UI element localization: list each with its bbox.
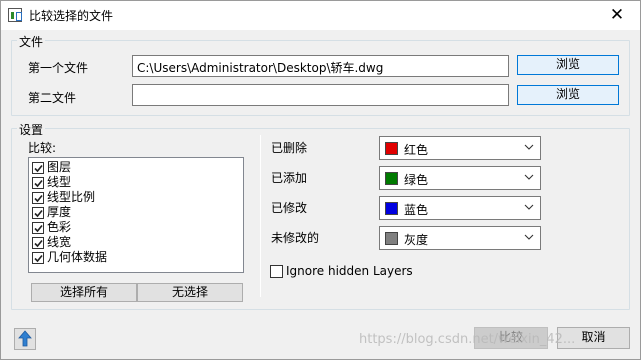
- chevron-down-icon: [524, 204, 534, 210]
- watermark: https://blog.csdn.net/weixin_42...: [359, 332, 576, 347]
- chevron-down-icon: [524, 144, 534, 150]
- window-title: 比较选择的文件: [29, 9, 114, 23]
- checkbox[interactable]: [32, 237, 44, 249]
- unmodified-label: 未修改的: [271, 231, 320, 245]
- unmodified-color-value: 灰度: [404, 233, 429, 247]
- deleted-label: 已删除: [271, 141, 308, 155]
- first-file-field[interactable]: C:\Users\Administrator\Desktop\轿车.dwg: [132, 55, 509, 77]
- list-item-label: 几何体数据: [47, 250, 108, 264]
- browse-second-button[interactable]: 浏览: [517, 85, 619, 105]
- green-swatch: [385, 172, 398, 185]
- modified-color-select[interactable]: 蓝色: [379, 196, 541, 220]
- up-arrow-icon: [18, 330, 32, 347]
- up-arrow-button[interactable]: [14, 328, 36, 350]
- app-icon: [8, 8, 22, 22]
- list-item-label: 图层: [47, 160, 72, 174]
- compare-files-dialog: 比较选择的文件 ✕ 文件 第一个文件 C:\Users\Administrato…: [0, 0, 641, 360]
- second-file-label: 第二文件: [28, 91, 77, 105]
- blue-swatch: [385, 202, 398, 215]
- chevron-down-icon: [524, 174, 534, 180]
- list-item-label: 线型: [47, 175, 72, 189]
- settings-divider: [260, 135, 261, 297]
- chevron-down-icon: [524, 234, 534, 240]
- added-color-value: 绿色: [404, 173, 429, 187]
- list-item-label: 线宽: [47, 235, 72, 249]
- checkbox[interactable]: [32, 252, 44, 264]
- files-group-label: 文件: [17, 33, 46, 50]
- checkbox[interactable]: [32, 162, 44, 174]
- browse-first-button[interactable]: 浏览: [517, 55, 619, 75]
- added-color-select[interactable]: 绿色: [379, 166, 541, 190]
- gray-swatch: [385, 232, 398, 245]
- select-none-button[interactable]: 无选择: [137, 283, 243, 302]
- deleted-color-select[interactable]: 红色: [379, 136, 541, 160]
- close-button[interactable]: ✕: [594, 1, 640, 30]
- modified-label: 已修改: [271, 201, 308, 215]
- list-item-label: 线型比例: [47, 190, 96, 204]
- modified-color-value: 蓝色: [404, 203, 429, 217]
- settings-group-label: 设置: [17, 121, 46, 138]
- list-item-label: 厚度: [47, 205, 72, 219]
- first-file-label: 第一个文件: [28, 61, 89, 75]
- compare-label: 比较:: [28, 141, 57, 155]
- checkbox[interactable]: [32, 192, 44, 204]
- unmodified-color-select[interactable]: 灰度: [379, 226, 541, 250]
- checkbox[interactable]: [32, 222, 44, 234]
- ignore-hidden-layers-checkbox[interactable]: [270, 265, 283, 278]
- compare-options-list[interactable]: 图层 线型 线型比例 厚度 色彩 线宽 几何体数据: [28, 157, 244, 273]
- added-label: 已添加: [271, 171, 308, 185]
- list-item-label: 色彩: [47, 220, 72, 234]
- ignore-hidden-layers-label: Ignore hidden Layers: [286, 264, 413, 278]
- second-file-field[interactable]: [132, 84, 509, 106]
- checkbox[interactable]: [32, 207, 44, 219]
- select-all-button[interactable]: 选择所有: [31, 283, 137, 302]
- checkbox[interactable]: [32, 177, 44, 189]
- red-swatch: [385, 142, 398, 155]
- deleted-color-value: 红色: [404, 143, 429, 157]
- title-bar: 比较选择的文件 ✕: [1, 1, 640, 30]
